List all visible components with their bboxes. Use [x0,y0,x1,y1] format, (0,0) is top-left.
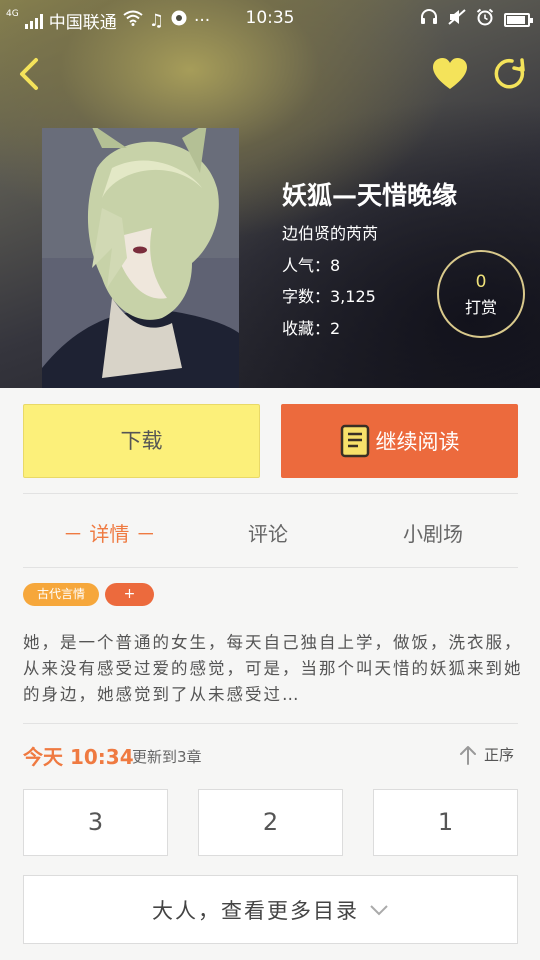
status-bar: 4G 中国联通 ♫ ··· 10:35 [0,0,540,38]
book-cover[interactable] [42,128,239,388]
tab-comments[interactable]: 评论 [248,518,288,547]
continue-reading-button[interactable]: 继续阅读 [281,404,518,478]
cover-illustration [42,128,239,388]
sort-order-toggle[interactable]: 正序 [458,744,514,765]
battery-icon [504,12,533,27]
tab-theater[interactable]: 小剧场 [403,518,463,547]
tab-details[interactable]: － 详情 － [63,518,156,547]
book-popularity: 人气：8 [282,256,341,275]
reward-button[interactable]: 0 打赏 [437,250,525,338]
divider [23,567,518,568]
reward-count: 0 [475,272,487,292]
book-author[interactable]: 边伯贤的芮芮 [282,220,378,244]
divider [23,493,518,494]
more-catalog-label: 大人，查看更多目录 [152,898,359,923]
headset-icon [420,9,438,30]
mute-icon [448,9,466,30]
back-button[interactable] [14,56,46,92]
download-button[interactable]: 下载 [23,404,260,478]
alarm-icon [476,8,494,31]
chapter-item[interactable]: 3 [23,789,168,856]
continue-reading-label: 继续阅读 [375,430,460,454]
chevron-down-icon [370,904,388,915]
book-favorites: 收藏：2 [282,319,341,338]
arrow-up-icon [460,745,476,765]
genre-tag[interactable]: 古代言情 [23,583,99,606]
chapter-item[interactable]: 2 [198,789,343,856]
book-header: 4G 中国联通 ♫ ··· 10:35 妖狐—天惜晚缘 边伯贤的芮芮 人气：8 … [0,0,540,388]
refresh-icon [494,58,525,89]
status-right [420,8,533,31]
book-synopsis[interactable]: 她，是一个普通的女生，每天自己独自上学，做饭，洗衣服，从来没有感受过爱的感觉，可… [23,630,523,708]
book-word-count: 字数：3,125 [282,287,376,306]
book-icon [340,424,369,458]
favorite-button[interactable] [430,56,470,92]
chapter-item[interactable]: 1 [373,789,518,856]
update-time: 今天 10:34 [23,745,134,769]
refresh-button[interactable] [492,56,528,92]
more-catalog-button[interactable]: 大人，查看更多目录 [23,875,518,944]
reward-label: 打赏 [464,298,497,317]
update-status: 更新到3章 [132,748,202,766]
add-tag-button[interactable]: + [105,583,154,606]
heart-icon [433,58,467,89]
sort-order-label: 正序 [484,746,515,764]
divider [23,723,518,724]
chevron-left-icon [20,58,38,90]
book-title: 妖狐—天惜晚缘 [282,181,458,210]
